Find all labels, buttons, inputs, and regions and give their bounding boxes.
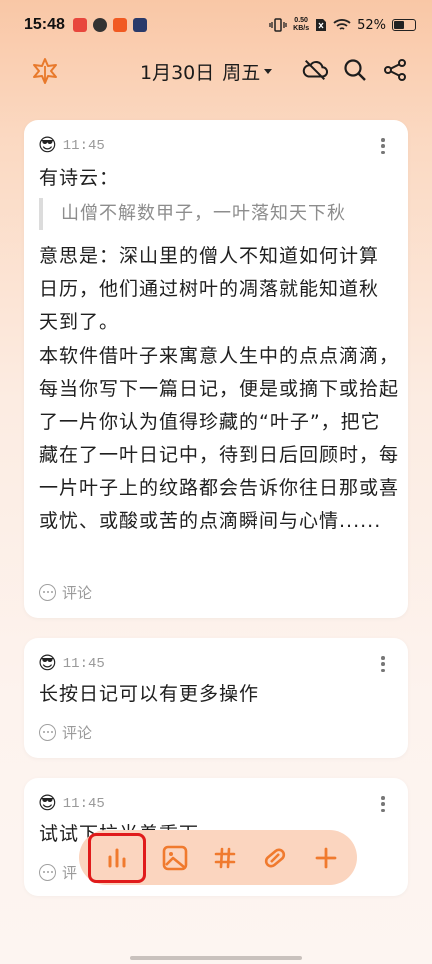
comment-icon (39, 584, 56, 601)
image-icon (162, 845, 187, 870)
leaf-logo-icon[interactable] (30, 56, 60, 86)
comment-icon (39, 724, 56, 741)
cloud-off-icon[interactable] (302, 57, 328, 83)
hashtag-icon (214, 847, 236, 868)
comment-label: 评论 (62, 584, 93, 602)
entry-time: 11:45 (62, 138, 105, 154)
tag-button[interactable] (253, 836, 297, 880)
entry-text-line: 有诗云： (39, 167, 120, 189)
add-icon (315, 847, 337, 868)
add-button[interactable] (304, 836, 348, 880)
status-bar: 15:48 0.50 KB/s 52% (0, 0, 432, 50)
status-time: 15:48 (24, 16, 65, 33)
image-button[interactable] (153, 836, 197, 880)
status-right: 0.50 KB/s 52% (269, 17, 416, 33)
more-options-icon[interactable] (380, 796, 386, 812)
mood-emoji[interactable]: 😎 (38, 136, 57, 156)
more-options-icon[interactable] (380, 138, 386, 154)
net-speed-value: 0.50 (294, 17, 308, 24)
header-actions (302, 57, 408, 83)
entry-text-line: 长按日记可以有更多操作 (39, 683, 260, 705)
hashtag-button[interactable] (203, 836, 247, 880)
entry-header: 😎 11:45 (38, 794, 105, 814)
net-speed-unit: KB/s (293, 25, 310, 32)
search-icon[interactable] (342, 57, 368, 83)
entry-time: 11:45 (62, 656, 105, 672)
tag-icon (265, 847, 286, 868)
share-icon[interactable] (382, 57, 408, 83)
notification-icons (72, 18, 147, 32)
app-notification-icon (112, 18, 127, 32)
app-notification-icon (92, 18, 107, 32)
comment-icon (39, 864, 56, 881)
comment-label: 评 (62, 864, 78, 882)
battery-icon (392, 19, 416, 31)
entry-quote: 山僧不解数甲子，一叶落知天下秋 (39, 198, 346, 230)
stats-icon (108, 848, 126, 867)
floating-toolbar (79, 830, 357, 885)
weekday-label: 周五 (222, 62, 261, 84)
caret-down-icon (264, 68, 273, 74)
diary-entry-card[interactable]: 😎 11:45 长按日记可以有更多操作 评论 (24, 638, 408, 758)
entry-time: 11:45 (62, 796, 105, 812)
entry-paragraph: 本软件借叶子来寓意人生中的点点滴滴，每当你写下一篇日记，便是或摘下或拾起了一片你… (39, 345, 400, 532)
comment-button[interactable]: 评论 (39, 582, 92, 603)
app-notification-icon (72, 18, 87, 32)
vibrate-icon (269, 18, 287, 32)
entry-paragraph: 意思是：深山里的僧人不知道如何计算日历，他们通过树叶的凋落就能知道秋天到了。 (39, 245, 380, 333)
comment-button[interactable]: 评论 (39, 722, 92, 743)
mood-emoji[interactable]: 😎 (38, 654, 57, 674)
date-label: 1月30日 (140, 62, 215, 84)
battery-percent: 52% (357, 17, 386, 33)
entry-header: 😎 11:45 (38, 136, 105, 156)
net-speed: 0.50 KB/s (293, 17, 309, 33)
wifi-icon (333, 19, 351, 30)
app-header: 1月30日 周五 (0, 50, 432, 92)
home-indicator (130, 956, 302, 960)
comment-button[interactable]: 评 (39, 862, 77, 883)
sim-icon (316, 19, 327, 31)
stats-button[interactable] (88, 832, 147, 883)
date-selector[interactable]: 1月30日 周五 (140, 58, 273, 85)
diary-entry-card[interactable]: 😎 11:45 有诗云： 山僧不解数甲子，一叶落知天下秋 意思是：深山里的僧人不… (24, 120, 408, 618)
comment-label: 评论 (62, 724, 93, 742)
mood-emoji[interactable]: 😎 (38, 794, 57, 814)
more-options-icon[interactable] (380, 656, 386, 672)
app-notification-icon (132, 18, 147, 32)
entry-header: 😎 11:45 (38, 654, 105, 674)
